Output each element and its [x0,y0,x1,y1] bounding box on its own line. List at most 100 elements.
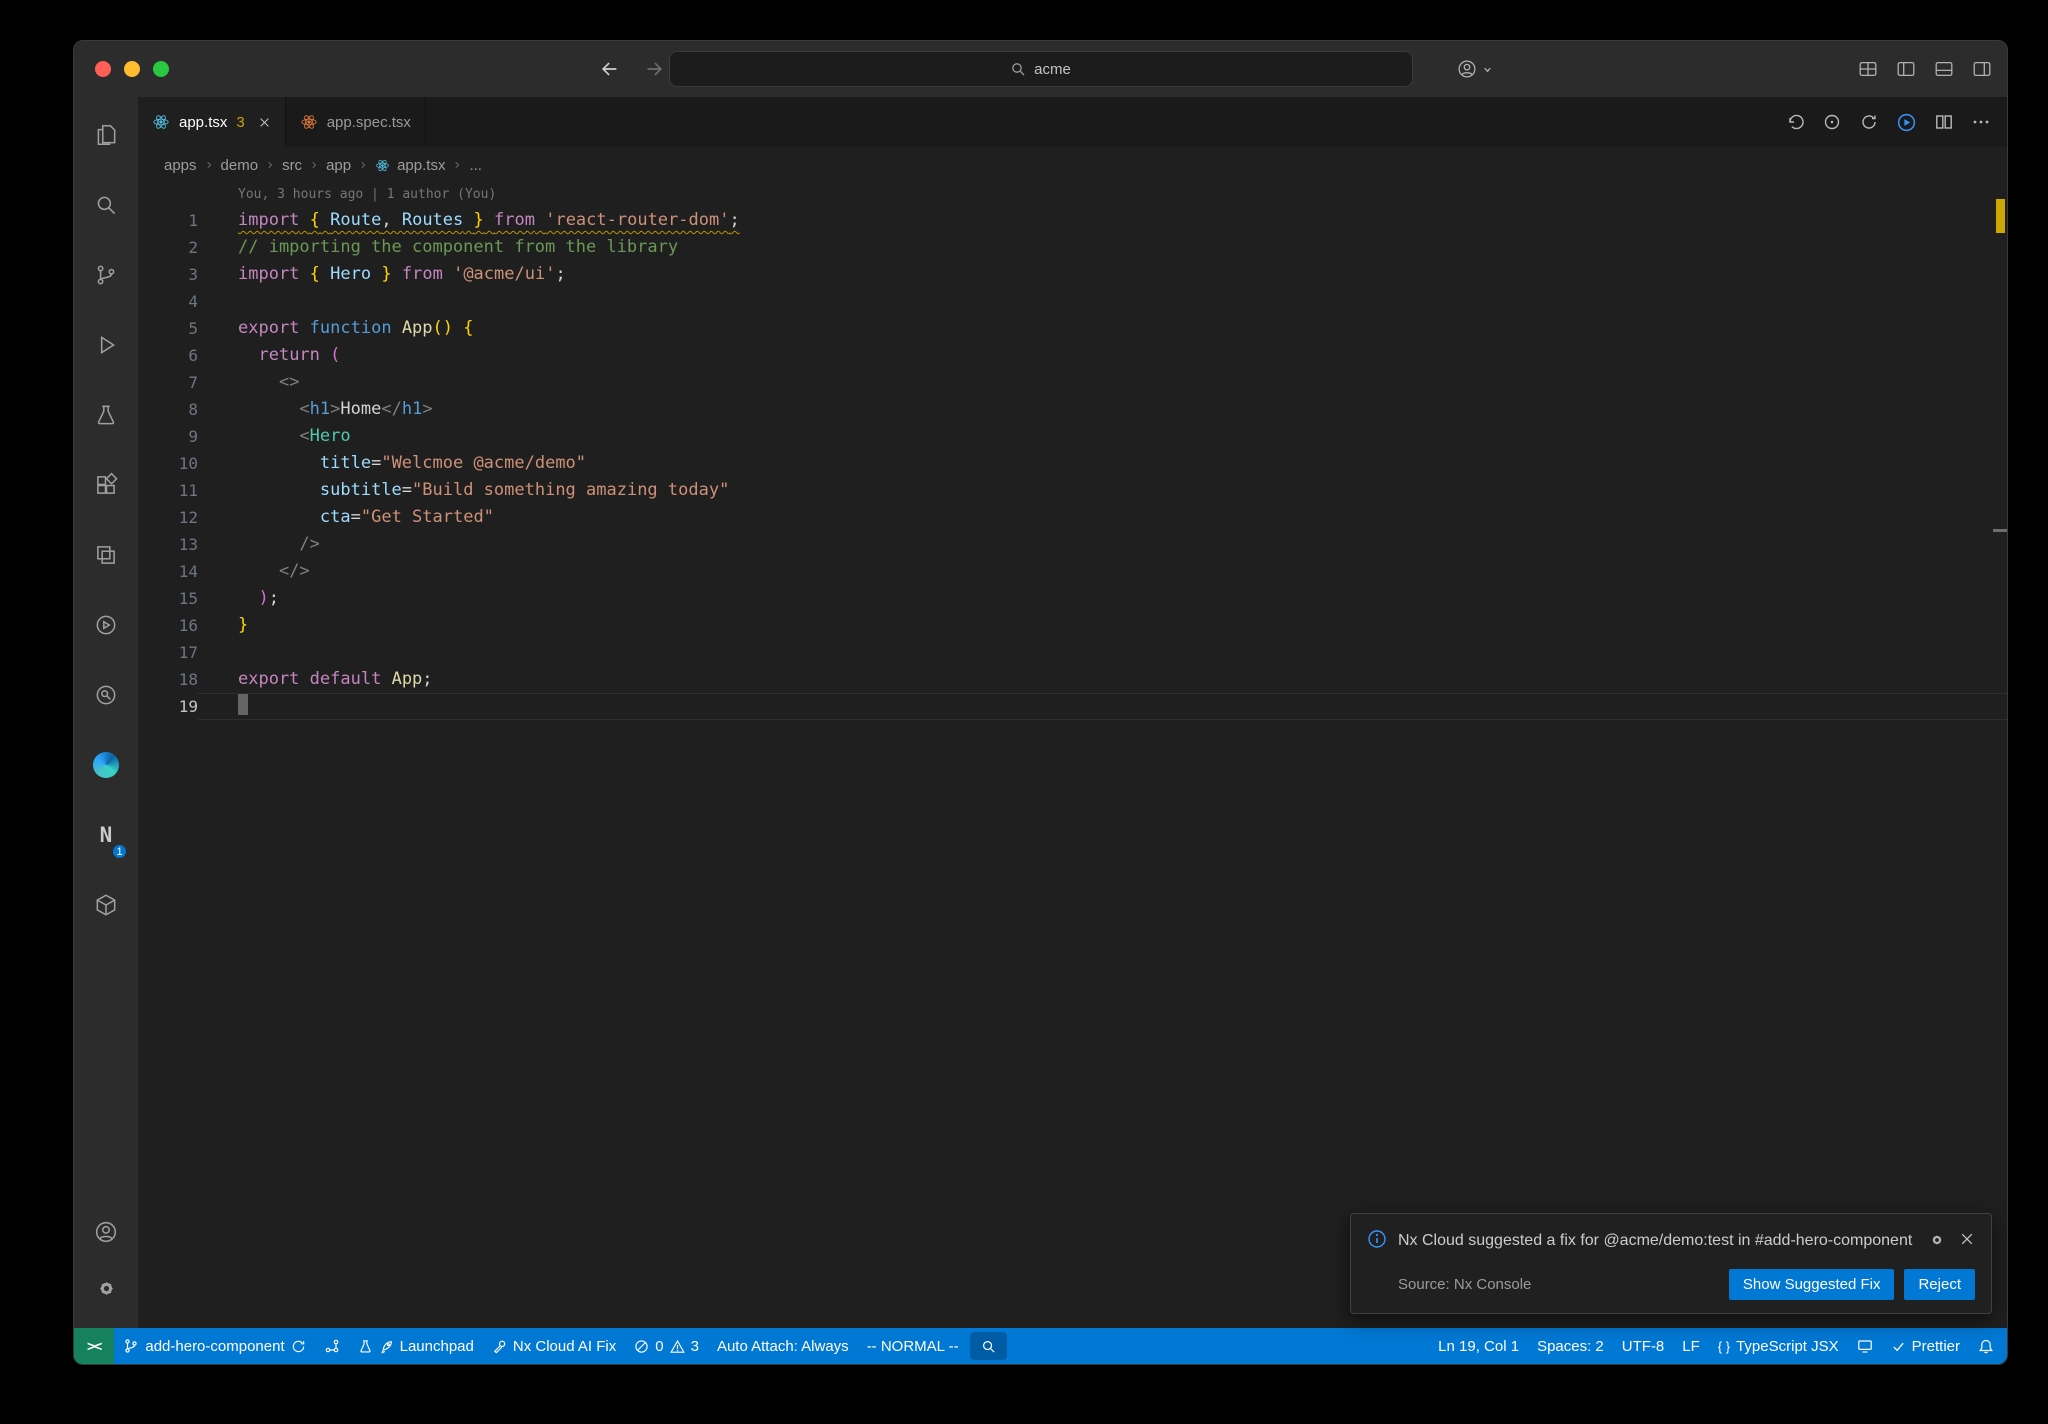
language-mode-indicator[interactable]: { } TypeScript JSX [1709,1328,1848,1364]
code-line[interactable]: 15 ); [138,585,2007,612]
command-center-value: acme [1034,60,1071,78]
notifications-bell-button[interactable] [1969,1328,2003,1364]
customize-layout-icon[interactable] [1857,58,1879,80]
titlebar: acme [74,41,2007,97]
status-search-button[interactable] [969,1332,1007,1360]
code-line[interactable]: 9 <Hero [138,423,2007,450]
tab-app-tsx[interactable]: app.tsx 3 [138,97,286,147]
toggle-sidebar-icon[interactable] [1895,58,1917,80]
problems-indicator[interactable]: 0 3 [625,1328,708,1364]
code-line[interactable]: 2// importing the component from the lib… [138,234,2007,261]
discard-icon[interactable] [1785,112,1805,132]
line-number: 19 [178,697,198,716]
back-icon[interactable] [599,58,621,80]
code-line[interactable]: 16} [138,612,2007,639]
breadcrumb-item[interactable]: ... [469,157,482,174]
inspect-icon[interactable] [82,663,130,726]
breadcrumb-item[interactable]: app [326,157,351,174]
devtools-button[interactable] [1848,1328,1882,1364]
run-button[interactable] [1896,112,1917,133]
code-line[interactable]: 7 <> [138,369,2007,396]
code-line[interactable]: 19 [138,693,2007,720]
breadcrumb-item[interactable]: demo [221,157,259,174]
code-line[interactable]: 18 export default App; [138,666,2007,693]
vscode-window: acme N 1 app.tsx 3 app.spec.tsx apps dem… [73,40,2008,1365]
more-actions-icon[interactable] [1971,112,1991,132]
reject-button[interactable]: Reject [1904,1269,1975,1300]
commit-graph-button[interactable] [315,1328,349,1364]
breadcrumb-item[interactable]: src [282,157,302,174]
toggle-panel-icon[interactable] [1933,58,1955,80]
code-editor[interactable]: You, 3 hours ago | 1 author (You) 1 impor… [138,183,2007,1328]
tab-bar: app.tsx 3 app.spec.tsx [138,97,2007,147]
code-line[interactable]: 13 /> [138,531,2007,558]
package-icon[interactable] [82,873,130,936]
breadcrumb-item[interactable]: app.tsx [397,157,445,174]
run-debug-icon[interactable] [82,313,130,376]
code-line[interactable]: 6 return ( [138,342,2007,369]
nx-cloud-fix-button[interactable]: Nx Cloud AI Fix [483,1328,625,1364]
eol-indicator[interactable]: LF [1673,1328,1709,1364]
close-tab-icon[interactable] [258,116,271,129]
target-icon[interactable] [1822,112,1842,132]
branch-indicator[interactable]: add-hero-component [114,1328,314,1364]
editor-actions [1785,97,2007,147]
main-area: N 1 app.tsx 3 app.spec.tsx apps demo src… [74,97,2007,1328]
breadcrumb-item[interactable]: apps [164,157,197,174]
minimize-window-button[interactable] [124,61,140,77]
code-line[interactable]: 14 </> [138,558,2007,585]
notification-settings-gear-icon[interactable] [1928,1231,1946,1249]
scrollbar[interactable] [1993,183,2007,1328]
code-line[interactable]: 1 import { Route, Routes } from 'react-ro… [138,207,2007,234]
code-line[interactable]: 10 title="Welcmoe @acme/demo" [138,450,2007,477]
line-number: 6 [188,346,198,365]
beaker-icon [358,1339,373,1354]
forward-icon[interactable] [643,58,665,80]
chevron-right-icon [455,161,460,169]
tab-app-spec-tsx[interactable]: app.spec.tsx [286,97,426,147]
code-line[interactable]: 3 import { Hero } from '@acme/ui'; [138,261,2007,288]
warning-icon [669,1339,685,1354]
extensions-icon[interactable] [82,453,130,516]
auto-attach-indicator[interactable]: Auto Attach: Always [708,1328,858,1364]
code-line[interactable]: 12 cta="Get Started" [138,504,2007,531]
zoom-window-button[interactable] [153,61,169,77]
command-center[interactable]: acme [668,51,1413,87]
line-number: 12 [178,508,198,527]
edge-browser-icon[interactable] [82,733,130,796]
search-view-icon[interactable] [82,173,130,236]
show-suggested-fix-button[interactable]: Show Suggested Fix [1728,1269,1895,1300]
cursor-position-indicator[interactable]: Ln 19, Col 1 [1429,1328,1528,1364]
vim-mode-indicator[interactable]: -- NORMAL -- [858,1328,968,1364]
breadcrumb: apps demo src app app.tsx ... [138,147,2007,183]
code-line[interactable]: 17 [138,639,2007,666]
nx-console-icon[interactable]: N 1 [82,803,130,866]
testing-icon[interactable] [82,383,130,446]
code-line[interactable]: 4 [138,288,2007,315]
live-preview-icon[interactable] [82,593,130,656]
encoding-indicator[interactable]: UTF-8 [1613,1328,1674,1364]
remote-explorer-icon[interactable] [82,523,130,586]
remote-indicator[interactable]: >< [74,1328,115,1364]
launchpad-button[interactable]: Launchpad [349,1328,483,1364]
chevron-right-icon [268,161,273,169]
code-line[interactable]: 5 export function App() { [138,315,2007,342]
sync-file-icon[interactable] [1859,112,1879,132]
accounts-icon[interactable] [82,1206,130,1258]
line-number: 4 [188,292,198,311]
source-control-icon[interactable] [82,243,130,306]
formatter-label: Prettier [1911,1337,1960,1355]
notification-close-icon[interactable] [1959,1231,1975,1247]
toggle-secondary-sidebar-icon[interactable] [1971,58,1993,80]
split-editor-icon[interactable] [1934,112,1954,132]
settings-gear-icon[interactable] [82,1262,130,1314]
close-window-button[interactable] [95,61,111,77]
language-label: TypeScript JSX [1736,1337,1839,1355]
code-line[interactable]: 11 subtitle="Build something amazing tod… [138,477,2007,504]
explorer-icon[interactable] [82,103,130,166]
formatter-indicator[interactable]: Prettier [1882,1328,1969,1364]
profile-control[interactable] [1456,58,1493,80]
test-file-icon [300,113,318,131]
code-line[interactable]: 8 <h1>Home</h1> [138,396,2007,423]
indentation-indicator[interactable]: Spaces: 2 [1528,1328,1613,1364]
